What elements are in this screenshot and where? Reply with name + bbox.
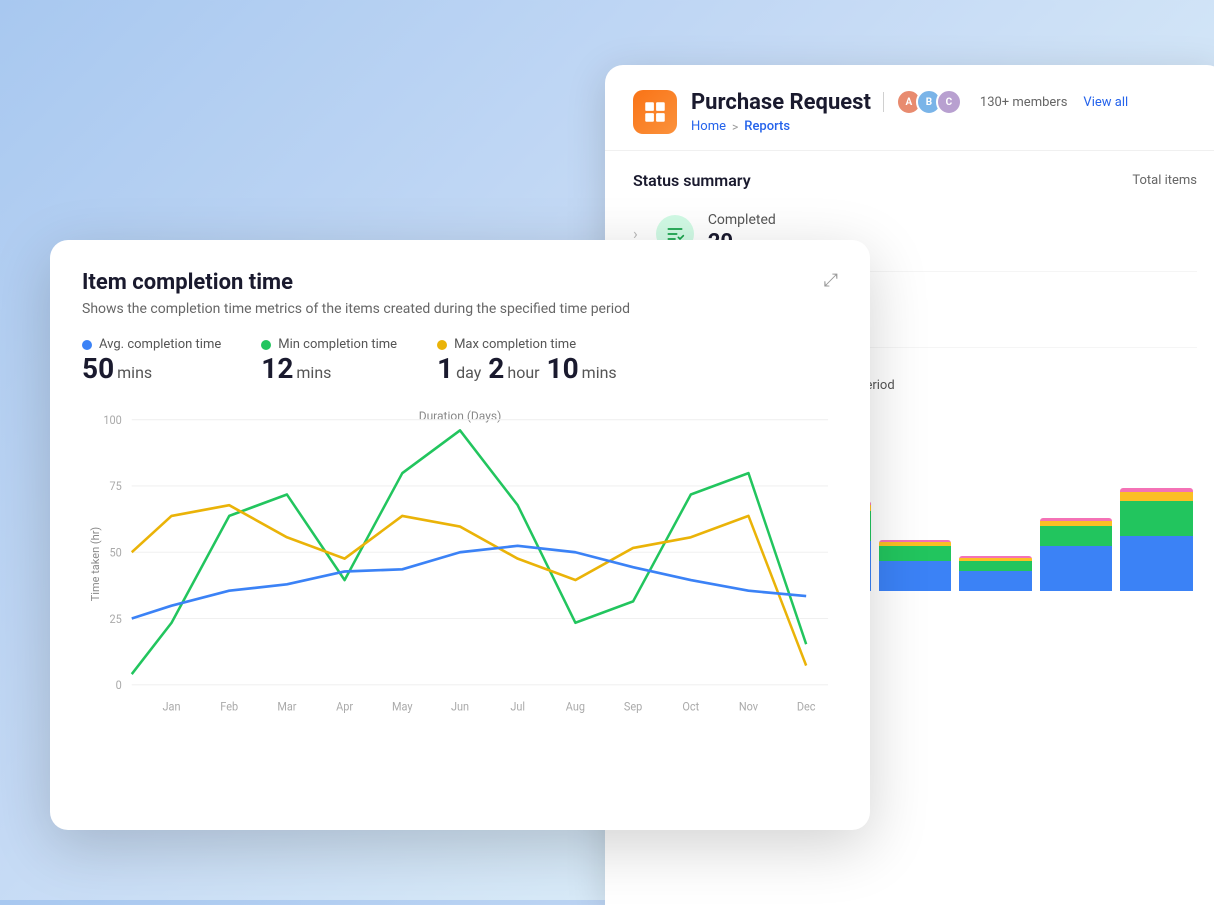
min-legend: Min completion time	[261, 337, 397, 352]
svg-text:Aug: Aug	[566, 699, 585, 713]
panel-header-row: Item completion time ⤢	[82, 270, 838, 295]
svg-text:Dec: Dec	[797, 699, 816, 713]
svg-text:Jul: Jul	[510, 699, 525, 713]
purchase-request-icon	[642, 99, 668, 125]
header-top-row: Purchase Request A B C 130+ members View…	[691, 89, 1197, 115]
avg-dot	[82, 340, 92, 350]
metric-min: Min completion time 12mins	[261, 337, 397, 385]
expand-icon[interactable]: ⤢	[824, 270, 838, 291]
bar-seg-yellow	[1120, 492, 1193, 501]
svg-text:Jun: Jun	[451, 699, 469, 713]
svg-text:May: May	[392, 699, 413, 713]
panel-title: Item completion time	[82, 270, 293, 295]
svg-text:0: 0	[116, 677, 122, 691]
max-value: 1day 2hour 10mins	[437, 354, 617, 385]
app-header: Purchase Request A B C 130+ members View…	[605, 65, 1214, 151]
svg-text:100: 100	[103, 412, 121, 426]
section-header: Status summary Total items	[633, 171, 1197, 190]
bar-stack-7	[1120, 488, 1193, 591]
panel-subtitle: Shows the completion time metrics of the…	[82, 301, 838, 317]
bar-group-4	[879, 540, 952, 591]
svg-text:Mar: Mar	[277, 699, 296, 713]
metric-avg: Avg. completion time 50mins	[82, 337, 221, 385]
bar-seg-blue	[879, 561, 952, 591]
header-text: Purchase Request A B C 130+ members View…	[691, 89, 1197, 134]
svg-text:Feb: Feb	[220, 699, 238, 713]
members-avatars: A B C	[896, 89, 962, 115]
front-chart-panel: Item completion time ⤢ Shows the complet…	[50, 240, 870, 830]
svg-text:Oct: Oct	[682, 699, 699, 713]
svg-text:Nov: Nov	[739, 699, 759, 713]
metric-max: Max completion time 1day 2hour 10mins	[437, 337, 617, 385]
header-divider	[883, 92, 884, 112]
total-items-label: Total items	[1132, 173, 1197, 188]
section-title: Status summary	[633, 171, 751, 190]
svg-text:50: 50	[109, 545, 121, 559]
bar-stack-4	[879, 540, 952, 591]
bar-seg-green	[1040, 526, 1113, 546]
completed-label: Completed	[708, 212, 1197, 228]
min-value: 12mins	[261, 354, 397, 385]
bar-stack-6	[1040, 518, 1113, 591]
svg-text:75: 75	[109, 479, 121, 493]
bar-seg-blue	[1120, 536, 1193, 591]
app-title: Purchase Request	[691, 90, 871, 115]
max-legend-label: Max completion time	[454, 337, 576, 352]
bar-seg-green	[959, 561, 1032, 571]
app-icon	[633, 90, 677, 134]
max-dot	[437, 340, 447, 350]
avg-legend: Avg. completion time	[82, 337, 221, 352]
bar-group-5	[959, 556, 1032, 591]
max-legend: Max completion time	[437, 337, 617, 352]
bar-group-6	[1040, 518, 1113, 591]
blue-line	[132, 546, 806, 619]
breadcrumb-reports[interactable]: Reports	[744, 119, 790, 134]
avg-legend-label: Avg. completion time	[99, 337, 221, 352]
view-all-link[interactable]: View all	[1083, 95, 1128, 110]
metrics-row: Avg. completion time 50mins Min completi…	[82, 337, 838, 385]
line-chart-svg: 100 75 50 25 0 Jan Feb Mar Apr May Jun J…	[82, 409, 838, 719]
yellow-line	[132, 505, 806, 665]
svg-text:25: 25	[109, 611, 121, 625]
svg-text:Apr: Apr	[336, 699, 353, 713]
breadcrumb-chevron: >	[732, 120, 738, 134]
bar-seg-green	[1120, 501, 1193, 536]
svg-text:Sep: Sep	[624, 699, 642, 713]
min-legend-label: Min completion time	[278, 337, 397, 352]
line-chart-container: Time taken (hr) 100 75 50 25 0 Jan Feb M…	[82, 409, 838, 719]
bar-seg-blue	[1040, 546, 1113, 591]
breadcrumb-home[interactable]: Home	[691, 119, 726, 134]
bar-seg-green	[879, 546, 952, 561]
breadcrumb: Home > Reports	[691, 119, 1197, 134]
svg-text:Jan: Jan	[163, 699, 181, 713]
bar-seg-blue	[959, 571, 1032, 591]
bar-group-7	[1120, 488, 1193, 591]
min-dot	[261, 340, 271, 350]
members-count: 130+ members	[980, 95, 1068, 110]
bar-stack-5	[959, 556, 1032, 591]
avatar-3: C	[936, 89, 962, 115]
avg-value: 50mins	[82, 354, 221, 385]
